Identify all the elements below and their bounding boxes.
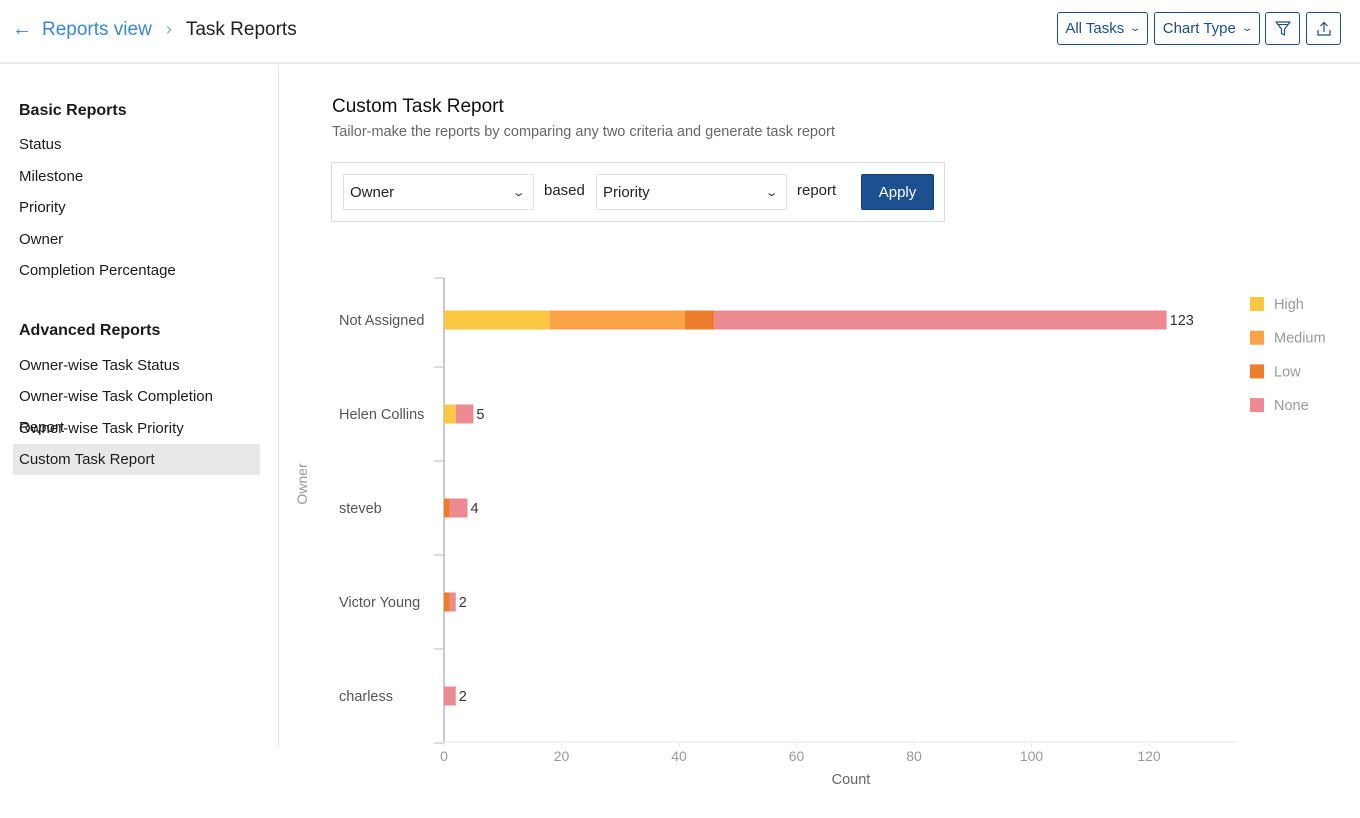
bar-segment-none [449,498,468,518]
chart-legend: High Medium Low None [1250,297,1326,414]
y-tick-label: charless [339,689,393,705]
stacked-bar-chart: Not Assigned Helen Collins steveb Victor Yo… [294,277,1326,788]
bar-segment-high [444,404,456,424]
bar-segment-low [684,310,715,330]
legend-label-none: None [1274,398,1309,414]
chart-bars [444,310,1167,706]
bar-segment-low [444,498,450,518]
legend-swatch-none [1250,398,1264,413]
bar-total-label: 123 [1170,313,1194,329]
x-tick-label: 0 [440,748,448,764]
bar-total-label: 4 [471,501,479,517]
legend-swatch-low [1250,364,1264,379]
bar-segment-none [449,592,456,612]
x-tick-label: 80 [906,748,922,764]
y-tick-label: Helen Collins [339,407,424,423]
bar-total-label: 2 [459,595,467,611]
chart-axes [434,277,1237,747]
bar-total-label: 5 [476,407,484,423]
legend-swatch-high [1250,297,1264,311]
x-tick-label: 120 [1137,748,1161,764]
bar-segment-none [444,686,456,706]
bar-total-label: 2 [459,689,467,705]
x-tick-label: 40 [671,748,687,764]
bar-segment-low [444,592,450,612]
x-tick-label: 20 [554,748,570,764]
legend-label-low: Low [1274,364,1301,380]
bar-segment-none [455,404,474,424]
legend-swatch-medium [1250,330,1264,345]
legend-label-high: High [1274,297,1304,313]
y-tick-label: steveb [339,501,382,517]
y-tick-label: Victor Young [339,595,420,611]
x-tick-label: 100 [1020,748,1044,764]
bar-segment-medium [549,310,685,330]
bar-segment-high [444,310,550,330]
legend-label-medium: Medium [1274,331,1326,347]
chart-labels: Not Assigned Helen Collins steveb Victor Yo… [294,313,1194,788]
x-axis-title: Count [832,772,871,788]
y-axis-title: Owner [294,463,310,505]
bar-segment-none [714,310,1167,330]
y-tick-label: Not Assigned [339,313,424,329]
x-tick-label: 60 [789,748,805,764]
